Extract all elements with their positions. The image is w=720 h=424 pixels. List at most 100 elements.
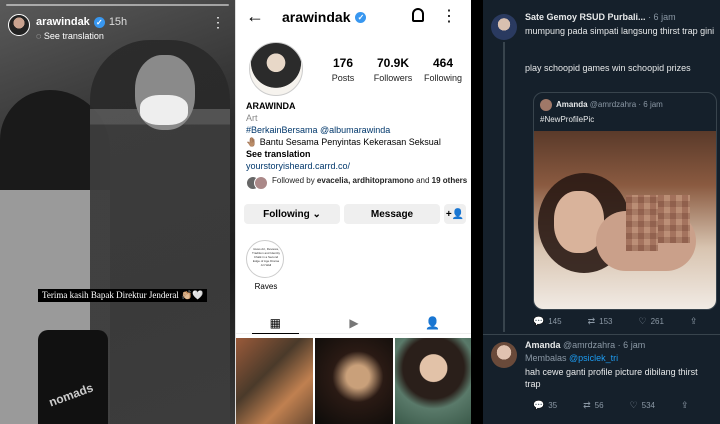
bio-line: 🤚🏽 Bantu Sesama Penyintas Kekerasan Seks… [246,137,441,147]
tweet-text: hah cewe ganti profile picture dibilang … [525,367,698,389]
stat-label: Following [423,73,463,83]
tweet-avatar[interactable] [491,14,517,40]
followed-suffix: and [416,176,430,185]
stat-value: 70.9K [376,56,410,70]
tweet-author-name[interactable]: Amanda [525,340,561,350]
post-thumbnail[interactable] [315,338,393,424]
reply-action[interactable]: 💬 35 [533,400,557,411]
story-see-translation[interactable]: ◌ See translation [36,31,104,41]
quote-image[interactable] [534,131,716,309]
pixelation-censor [626,195,658,251]
tweet-text: play schoopid games win schoopid prizes [525,63,691,73]
story-time: 15h [108,16,128,28]
story-translation-label[interactable]: See translation [44,31,104,41]
pixelation-censor [658,195,690,243]
bell-icon[interactable] [412,8,424,22]
reply-mention[interactable]: @psiclek_tri [569,353,618,363]
retweet-action[interactable]: ⇄ 153 [588,316,613,327]
like-action[interactable]: ♡ 534 [630,400,655,411]
more-icon[interactable]: ⋮ [441,6,457,26]
followed-by-row[interactable]: Followed by evacelia, ardhitopramono and… [246,176,468,192]
reels-tab-icon[interactable]: ▶ [315,312,394,333]
message-button[interactable]: Message [344,204,440,224]
story-avatar[interactable] [8,14,30,36]
bio-see-translation[interactable]: See translation [246,148,468,160]
profile-avatar[interactable] [249,42,303,96]
share-action[interactable]: ⇪ [690,316,698,327]
tweet-text: mumpung pada simpati langsung thirst tra… [525,26,715,36]
stat-label: Posts [331,73,355,83]
tweet-handle: @amrdzahra · 6 jam [563,340,646,350]
highlight-cover-text: rAves Art, Reviews, Tradition and Identi… [252,247,280,267]
story-bag [38,330,108,424]
heart-icon[interactable]: ♡ [638,316,646,327]
twitter-thread-panel: Sate Gemoy RSUD Purbali... · 6 jam mumpu… [483,0,720,424]
quoted-tweet[interactable]: Amanda @amrdzahra · 6 jam #NewProfilePic [533,92,717,310]
post-thumbnail[interactable] [394,338,471,424]
share-icon[interactable]: ⇪ [690,316,698,327]
retweet-count: 56 [594,401,604,410]
divider-bar [471,0,483,424]
instagram-profile-panel: ← arawindak ✓ ⋮ 176 Posts 70.9K Follower… [235,0,471,424]
like-count: 534 [641,401,656,410]
thread-line [503,42,505,332]
story-face-mask [140,95,188,125]
profile-header: ← arawindak ✓ ⋮ [236,6,471,28]
retweet-count: 153 [599,317,613,326]
tweet-avatar[interactable] [491,342,517,368]
highlight-cover[interactable]: rAves Art, Reviews, Tradition and Identi… [246,240,284,278]
profile-username: arawindak [282,9,351,25]
story-panel: nomads arawindak ✓ 15h ◌ See translation… [0,0,235,424]
post-grid [236,338,471,424]
bio-hashtag-line[interactable]: #BerkainBersama @albumarawinda [246,124,468,136]
story-progress-bar [6,4,229,6]
verified-icon: ✓ [355,11,367,23]
reply-icon[interactable]: 💬 [533,400,544,411]
share-action[interactable]: ⇪ [681,400,689,411]
followed-names: evacelia, ardhitopramono [316,176,414,185]
add-person-icon[interactable]: +👤 [444,204,466,224]
profile-actions: Following ⌄ Message +👤 [244,204,466,224]
following-button[interactable]: Following ⌄ [244,204,340,224]
like-action[interactable]: ♡ 261 [638,316,663,327]
bio-website-link[interactable]: yourstoryisheard.carrd.co/ [246,160,468,172]
back-arrow-icon[interactable]: ← [246,6,264,27]
stat-followers[interactable]: 70.9K Followers [368,56,418,83]
retweet-icon[interactable]: ⇄ [588,316,596,327]
tagged-tab-icon[interactable]: 👤 [393,312,471,333]
tweet-actions: 💬 35 ⇄ 56 ♡ 534 ⇪ [533,400,689,411]
story-username[interactable]: arawindak [36,16,90,28]
tweet-author-row[interactable]: Amanda @amrdzahra · 6 jam [525,340,645,350]
highlight-label: Raves [254,282,278,291]
share-icon[interactable]: ⇪ [681,400,689,411]
followed-count: 19 others [431,176,468,185]
tweet-divider [483,334,720,335]
tweet-actions: 💬 145 ⇄ 153 ♡ 261 ⇪ [533,316,697,327]
heart-icon[interactable]: ♡ [630,400,638,411]
profile-tabs: ▦ ▶ 👤 [236,312,471,334]
profile-username-row: arawindak ✓ [282,9,367,25]
reply-icon[interactable]: 💬 [533,316,544,327]
like-count: 261 [650,317,664,326]
profile-stats: 176 Posts 70.9K Followers 464 Following [318,56,468,83]
quote-author-row: Amanda @amrdzahra · 6 jam [556,100,663,109]
more-icon[interactable]: ⋮ [211,14,225,31]
stat-value: 176 [332,56,354,70]
stat-following[interactable]: 464 Following [418,56,468,83]
reply-context: Membalas @psiclek_tri [525,352,618,364]
tweet-author-row[interactable]: Sate Gemoy RSUD Purbali... · 6 jam [525,12,676,22]
grid-tab-icon[interactable]: ▦ [236,312,315,334]
tweet-time: · 6 jam [648,12,676,22]
post-thumbnail[interactable] [236,338,314,424]
tweet-author-name[interactable]: Sate Gemoy RSUD Purbali... [525,12,646,22]
retweet-action[interactable]: ⇄ 56 [583,400,603,411]
reply-action[interactable]: 💬 145 [533,316,562,327]
story-username-row[interactable]: arawindak ✓ 15h [36,16,127,28]
retweet-icon[interactable]: ⇄ [583,400,591,411]
followed-prefix: Followed by [272,176,315,185]
quote-text: #NewProfilePic [540,115,595,124]
stat-posts[interactable]: 176 Posts [318,56,368,83]
story-caption: Terima kasih Bapak Direktur Jenderal 👏🏼🤍 [38,289,208,302]
reply-prefix: Membalas [525,353,567,363]
highlight-raves[interactable]: rAves Art, Reviews, Tradition and Identi… [246,240,286,291]
